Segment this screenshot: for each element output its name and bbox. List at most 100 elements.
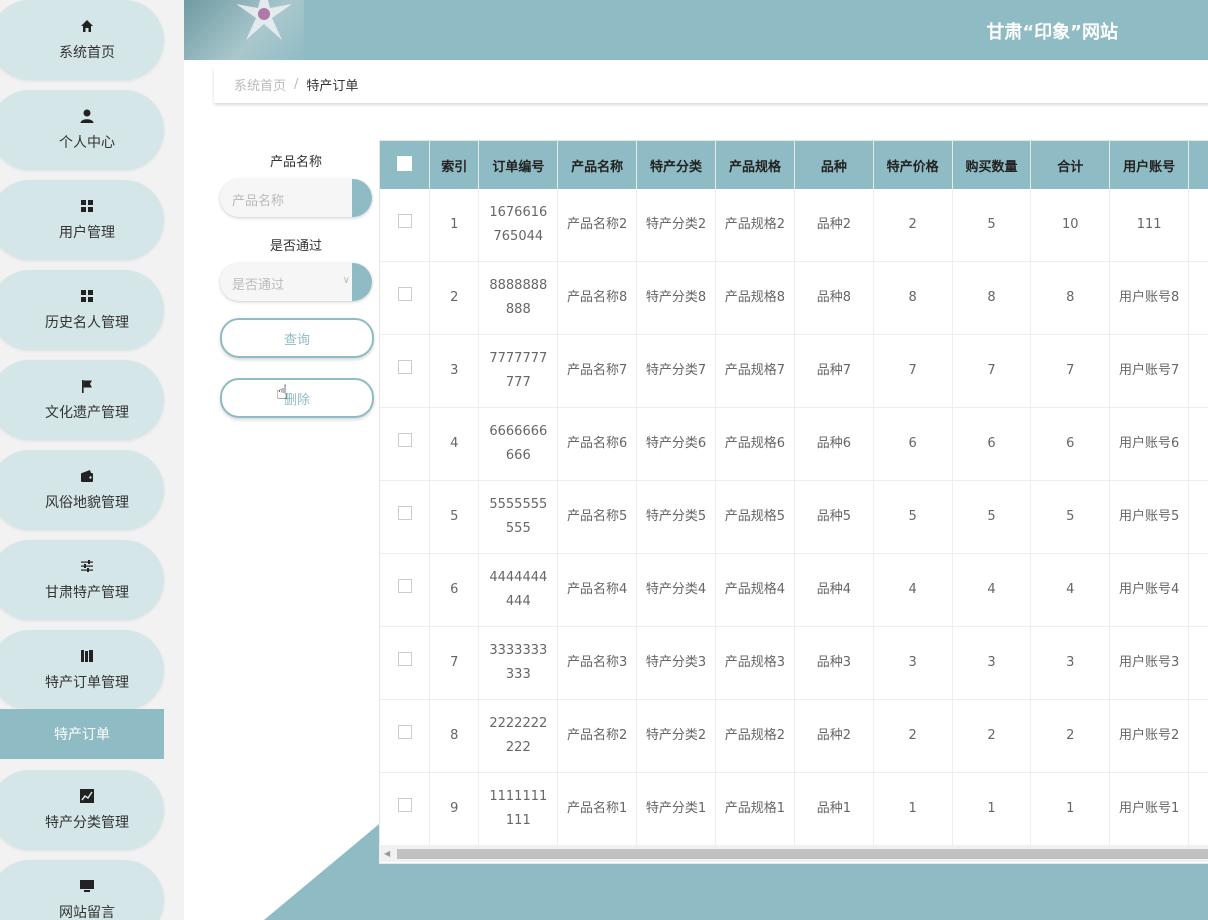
header-bar: 甘肃“印象”网站 xyxy=(184,0,1208,60)
table-cell: 1 xyxy=(873,772,953,846)
sidebar-item-heritage[interactable]: 文化遗产管理 xyxy=(0,360,164,440)
table-cell: 5 xyxy=(952,480,1032,554)
table-cell: 4 xyxy=(952,553,1032,627)
table-cell: 5 xyxy=(429,480,480,554)
sidebar-item-label: 历史名人管理 xyxy=(45,315,129,331)
sidebar-subitem-orders[interactable]: 特产订单 xyxy=(0,709,164,759)
row-checkbox[interactable] xyxy=(397,433,412,447)
table-cell: 用户账号2 xyxy=(1109,699,1190,773)
column-header: 品种 xyxy=(794,141,874,189)
row-checkbox[interactable] xyxy=(397,506,412,520)
row-checkbox[interactable] xyxy=(397,287,412,301)
row-checkbox[interactable] xyxy=(397,652,412,666)
table-cell: 品种6 xyxy=(794,407,874,481)
sidebar-item-messages[interactable]: 网站留言 xyxy=(0,860,164,920)
table-cell: 3 xyxy=(1030,626,1111,700)
table-cell: 产品规格7 xyxy=(715,334,795,408)
table-cell: 特产分类7 xyxy=(636,334,716,408)
table-cell: 产品名称6 xyxy=(557,407,638,481)
table-row[interactable]: 2 8888888888 产品名称8 特产分类8 产品规格8 品种8 8 8 8 用户账号8 xyxy=(380,261,1208,335)
table-cell: 9 xyxy=(429,772,480,846)
product-name-input[interactable]: 产品名称 xyxy=(220,179,372,217)
table-row[interactable]: 4 6666666666 产品名称6 特产分类6 产品规格6 品种6 6 6 6 用户账号6 xyxy=(380,407,1208,481)
row-select-cell xyxy=(380,480,431,554)
sidebar-item-categories[interactable]: 特产分类管理 xyxy=(0,770,164,850)
approved-placeholder: 是否通过 xyxy=(232,278,285,293)
chevron-down-icon: ∨ xyxy=(342,275,350,286)
monitor-icon xyxy=(79,878,95,894)
table-cell: 品种4 xyxy=(794,553,874,627)
table-cell-overflow xyxy=(1188,334,1208,408)
sidebar-item-label: 用户管理 xyxy=(59,225,115,241)
breadcrumb-home[interactable]: 系统首页 xyxy=(234,75,286,94)
sidebar: 系统首页 个人中心 用户管理 历史名人管理 文化遗产管理 风俗地貌管理 甘肃特产管理 特产订单… xyxy=(0,0,184,920)
query-button[interactable]: 查询 xyxy=(220,318,374,358)
table-cell: 特产分类2 xyxy=(636,189,716,262)
select-all-checkbox[interactable] xyxy=(397,155,412,171)
table-row[interactable]: 6 4444444444 产品名称4 特产分类4 产品规格4 品种4 4 4 4 用户账号4 xyxy=(380,553,1208,627)
table-row[interactable]: 7 3333333333 产品名称3 特产分类3 产品规格3 品种3 3 3 3 用户账号3 xyxy=(380,626,1208,700)
column-header: 产品名称 xyxy=(557,141,638,189)
site-title: 甘肃“印象”网站 xyxy=(986,22,1118,43)
sidebar-item-label: 个人中心 xyxy=(59,135,115,151)
table-cell-overflow xyxy=(1188,626,1208,700)
horizontal-scrollbar[interactable]: ◀ xyxy=(379,845,1208,862)
table-cell: 用户账号1 xyxy=(1109,772,1190,846)
table-cell: 产品规格4 xyxy=(715,553,795,627)
row-select-cell xyxy=(380,407,431,481)
sidebar-item-celebrities[interactable]: 历史名人管理 xyxy=(0,270,164,350)
row-checkbox[interactable] xyxy=(397,214,412,228)
flag-icon xyxy=(79,378,95,394)
sidebar-item-specialties[interactable]: 甘肃特产管理 xyxy=(0,540,164,620)
scrollbar-thumb[interactable] xyxy=(397,849,1208,859)
sidebar-item-users[interactable]: 用户管理 xyxy=(0,180,164,260)
column-header: 索引 xyxy=(429,141,480,189)
table-cell: 4444444444 xyxy=(478,553,559,627)
sidebar-item-home[interactable]: 系统首页 xyxy=(0,0,164,80)
row-checkbox[interactable] xyxy=(397,360,412,374)
table-cell: 产品规格6 xyxy=(715,407,795,481)
table-cell-overflow xyxy=(1188,699,1208,773)
column-header: 合计 xyxy=(1030,141,1111,189)
row-checkbox[interactable] xyxy=(397,579,412,593)
table-row[interactable]: 9 1111111111 产品名称1 特产分类1 产品规格1 品种1 1 1 1 用户账号1 xyxy=(380,772,1208,846)
row-checkbox[interactable] xyxy=(397,798,412,812)
table-cell: 3 xyxy=(873,626,953,700)
table-cell: 品种8 xyxy=(794,261,874,335)
select-cap xyxy=(352,263,372,301)
row-checkbox[interactable] xyxy=(397,725,412,739)
table-cell: 产品名称1 xyxy=(557,772,638,846)
breadcrumb: 系统首页 / 特产订单 xyxy=(214,66,1208,103)
table-row[interactable]: 1 1676616765044 产品名称2 特产分类2 产品规格2 品种2 2 5 10 111 xyxy=(380,189,1208,262)
table-cell: 2 xyxy=(873,699,953,773)
table-cell: 特产分类8 xyxy=(636,261,716,335)
table-cell: 特产分类6 xyxy=(636,407,716,481)
approved-select[interactable]: 是否通过 ∨ xyxy=(220,263,372,301)
table-cell: 2 xyxy=(429,261,480,335)
table-row[interactable]: 8 2222222222 产品名称2 特产分类2 产品规格2 品种2 2 2 2 用户账号2 xyxy=(380,699,1208,773)
select-all-header xyxy=(380,141,431,189)
table-cell: 111 xyxy=(1109,189,1190,262)
table-cell: 产品规格1 xyxy=(715,772,795,846)
table-cell: 产品规格8 xyxy=(715,261,795,335)
table-cell: 产品名称2 xyxy=(557,189,638,262)
table-cell: 1 xyxy=(429,189,480,262)
table-cell: 8888888888 xyxy=(478,261,559,335)
product-name-placeholder: 产品名称 xyxy=(232,194,285,209)
sidebar-item-orders[interactable]: 特产订单管理 xyxy=(0,630,164,710)
table-cell: 10 xyxy=(1030,189,1111,262)
header-flower-image xyxy=(184,0,304,60)
table-cell: 产品规格2 xyxy=(715,189,795,262)
table-row[interactable]: 5 5555555555 产品名称5 特产分类5 产品规格5 品种5 5 5 5 用户账号5 xyxy=(380,480,1208,554)
table-cell: 品种1 xyxy=(794,772,874,846)
table-cell: 5 xyxy=(952,189,1032,262)
scroll-left-arrow-icon[interactable]: ◀ xyxy=(384,849,390,858)
table-cell: 4 xyxy=(1030,553,1111,627)
table-cell: 产品规格2 xyxy=(715,699,795,773)
table-row[interactable]: 3 7777777777 产品名称7 特产分类7 产品规格7 品种7 7 7 7 用户账号7 xyxy=(380,334,1208,408)
sidebar-item-profile[interactable]: 个人中心 xyxy=(0,90,164,170)
sidebar-item-label: 文化遗产管理 xyxy=(45,405,129,421)
sidebar-item-customs[interactable]: 风俗地貌管理 xyxy=(0,450,164,530)
table-cell: 5555555555 xyxy=(478,480,559,554)
delete-button[interactable]: 删除 xyxy=(220,378,374,418)
